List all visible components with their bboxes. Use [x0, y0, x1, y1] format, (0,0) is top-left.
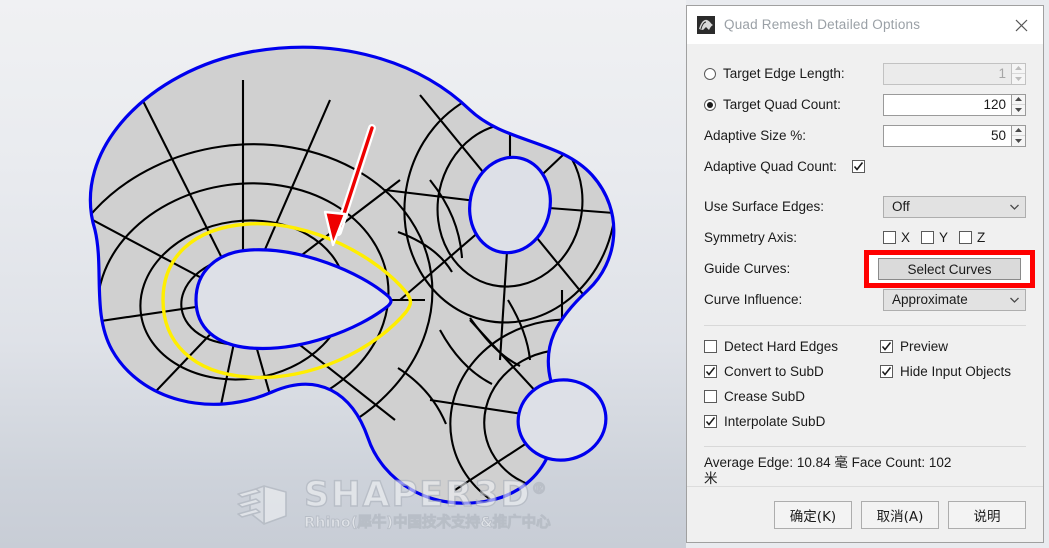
rhino-viewport[interactable]: SHAPER3D® Rhino(犀牛)中国技术支持&推广中心	[0, 0, 686, 548]
row-target-edge-length[interactable]: Target Edge Length: 1	[704, 58, 1026, 89]
spin-up-icon[interactable]	[1012, 126, 1025, 136]
option-preview[interactable]: Preview	[880, 339, 1026, 354]
row-target-quad-count[interactable]: Target Quad Count: 120	[704, 89, 1026, 120]
spin-down-icon[interactable]	[1012, 104, 1025, 115]
label-convert-to-subd: Convert to SubD	[724, 364, 824, 379]
option-interpolate-subd[interactable]: Interpolate SubD	[704, 414, 825, 429]
row-adaptive-size[interactable]: Adaptive Size %: 50	[704, 120, 1026, 151]
row-symmetry-axis[interactable]: Symmetry Axis: X Y Z	[704, 222, 1026, 253]
input-target-quad-count[interactable]: 120	[883, 93, 1011, 116]
dropdown-value-curve-influence: Approximate	[892, 292, 968, 307]
dialog-titlebar[interactable]: Quad Remesh Detailed Options	[687, 6, 1043, 44]
status-text: Average Edge: 10.84 毫 Face Count: 102 米	[704, 453, 1026, 487]
status-line-2: 米	[704, 471, 718, 486]
quad-mesh-model	[88, 45, 616, 505]
close-icon	[1015, 19, 1027, 31]
option-crease-subd[interactable]: Crease SubD	[704, 389, 805, 404]
option-hide-input-objects[interactable]: Hide Input Objects	[880, 364, 1026, 379]
row-use-surface-edges[interactable]: Use Surface Edges: Off	[704, 191, 1026, 222]
label-hide-input-objects: Hide Input Objects	[900, 364, 1012, 379]
spinner-adaptive-size[interactable]: 50	[883, 124, 1026, 147]
label-detect-hard-edges: Detect Hard Edges	[724, 339, 839, 354]
radio-target-edge-length[interactable]	[704, 67, 716, 80]
check-icon	[853, 162, 864, 171]
row-adaptive-quad-count[interactable]: Adaptive Quad Count:	[704, 151, 1026, 182]
help-button[interactable]: 说明	[948, 500, 1026, 529]
checkbox-convert-to-subd[interactable]	[704, 365, 717, 378]
chevron-down-icon	[1010, 204, 1019, 210]
dialog-title: Quad Remesh Detailed Options	[724, 17, 921, 32]
dropdown-curve-influence[interactable]: Approximate	[883, 288, 1026, 311]
row-options-1: Detect Hard Edges Preview	[704, 334, 1026, 359]
check-icon	[705, 417, 716, 426]
checkbox-hide-input-objects[interactable]	[880, 365, 893, 378]
checkbox-symmetry-z[interactable]	[959, 231, 973, 244]
label-symmetry-x: X	[901, 230, 911, 245]
label-crease-subd: Crease SubD	[724, 389, 806, 404]
ok-button[interactable]: 确定(K)	[774, 500, 852, 529]
label-symmetry-axis: Symmetry Axis:	[704, 230, 798, 245]
spin-up-icon[interactable]	[1012, 95, 1025, 105]
spinner-target-edge-length[interactable]: 1	[883, 62, 1026, 85]
dialog-body: Target Edge Length: 1 Target Quad Count:…	[687, 44, 1043, 487]
check-icon	[881, 342, 892, 351]
spin-up-icon[interactable]	[1012, 64, 1025, 74]
spin-buttons-adaptive-size[interactable]	[1011, 124, 1026, 147]
annotation-highlight-box: Select Curves	[864, 250, 1035, 288]
label-curve-influence: Curve Influence:	[704, 292, 803, 307]
checkbox-interpolate-subd[interactable]	[704, 415, 717, 428]
option-convert-to-subd[interactable]: Convert to SubD	[704, 364, 824, 379]
rhino-app-icon	[697, 15, 715, 34]
check-icon	[881, 367, 892, 376]
screen: SHAPER3D® Rhino(犀牛)中国技术支持&推广中心 Quad Reme…	[0, 0, 1049, 548]
label-symmetry-z: Z	[977, 230, 986, 245]
label-target-quad-count: Target Quad Count:	[723, 97, 841, 112]
row-guide-curves[interactable]: Guide Curves: Select Curves	[704, 250, 1035, 288]
label-symmetry-y: Y	[939, 230, 949, 245]
cancel-button[interactable]: 取消(A)	[861, 500, 939, 529]
spin-buttons-target-edge-length[interactable]	[1011, 62, 1026, 85]
checkbox-symmetry-x[interactable]	[883, 231, 896, 244]
dialog-button-bar: 确定(K) 取消(A) 说明	[687, 486, 1043, 542]
row-curve-influence[interactable]: Curve Influence: Approximate	[704, 284, 1026, 315]
label-adaptive-quad-count: Adaptive Quad Count:	[704, 159, 837, 174]
spin-down-icon[interactable]	[1012, 73, 1025, 84]
status-line-1: Average Edge: 10.84 毫 Face Count: 102	[704, 455, 952, 470]
spin-down-icon[interactable]	[1012, 135, 1025, 146]
checkbox-adaptive-quad-count[interactable]	[852, 160, 865, 173]
spinner-target-quad-count[interactable]: 120	[883, 93, 1026, 116]
dropdown-use-surface-edges[interactable]: Off	[883, 195, 1026, 218]
radio-target-quad-count[interactable]	[704, 98, 716, 111]
option-detect-hard-edges[interactable]: Detect Hard Edges	[704, 339, 838, 354]
chevron-down-icon	[1010, 297, 1019, 303]
checkbox-detect-hard-edges[interactable]	[704, 340, 717, 353]
input-adaptive-size[interactable]: 50	[883, 124, 1011, 147]
label-target-edge-length: Target Edge Length:	[723, 66, 845, 81]
spin-buttons-target-quad-count[interactable]	[1011, 93, 1026, 116]
label-preview: Preview	[900, 339, 949, 354]
divider-options	[704, 325, 1026, 326]
input-target-edge-length[interactable]: 1	[883, 62, 1011, 85]
row-options-3: Crease SubD	[704, 384, 1026, 409]
select-curves-button[interactable]: Select Curves	[878, 258, 1021, 280]
label-adaptive-size: Adaptive Size %:	[704, 128, 807, 143]
checkbox-crease-subd[interactable]	[704, 390, 717, 403]
check-icon	[705, 367, 716, 376]
row-options-4: Interpolate SubD	[704, 409, 1026, 434]
checkbox-symmetry-y[interactable]	[921, 231, 935, 244]
checkbox-preview[interactable]	[880, 340, 893, 353]
close-button[interactable]	[999, 6, 1043, 44]
divider-status	[704, 446, 1026, 447]
label-use-surface-edges: Use Surface Edges:	[704, 199, 825, 214]
dropdown-value-use-surface-edges: Off	[892, 199, 910, 214]
label-guide-curves: Guide Curves:	[704, 261, 791, 276]
quad-remesh-dialog: Quad Remesh Detailed Options Target Edge…	[686, 5, 1044, 543]
row-options-2: Convert to SubD Hide Input Objects	[704, 359, 1026, 384]
label-interpolate-subd: Interpolate SubD	[724, 414, 826, 429]
